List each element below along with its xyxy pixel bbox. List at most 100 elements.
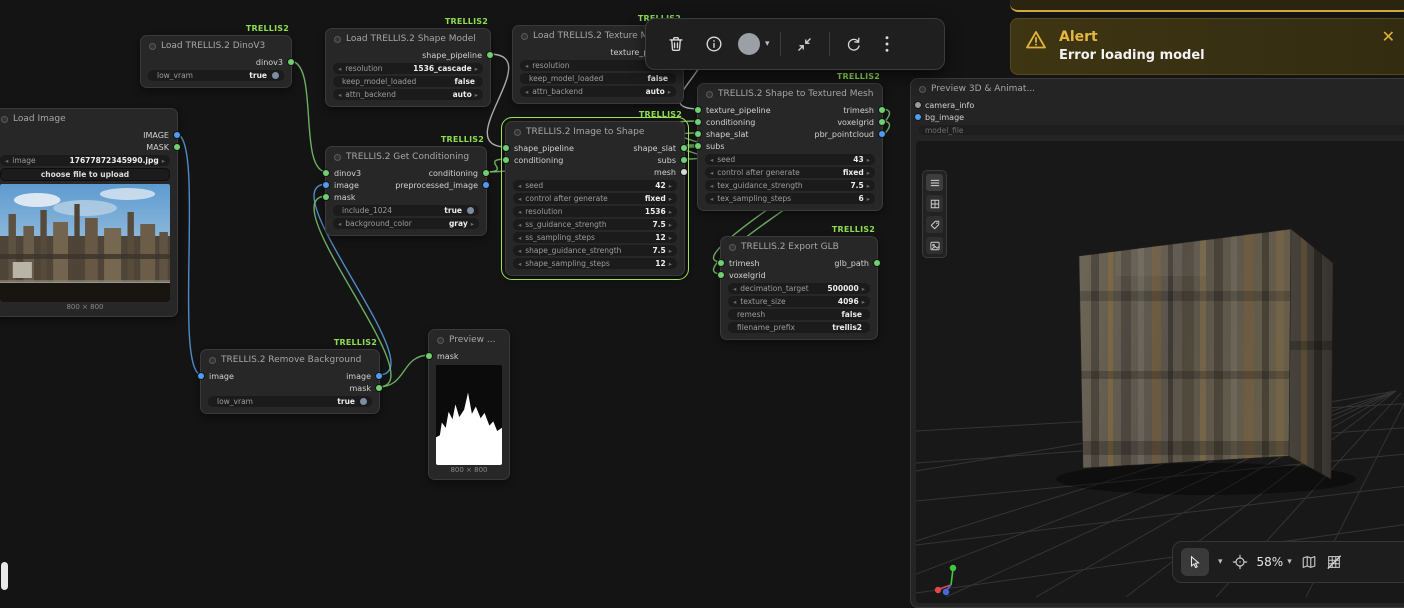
widget-filename_prefix[interactable]: filename_prefix trellis2 <box>728 322 870 333</box>
select-tool-button[interactable] <box>1181 548 1209 576</box>
upload-button[interactable]: choose file to upload <box>0 168 170 181</box>
preview-3d-panel[interactable]: Preview 3D & Animat... camera_info bg_im… <box>910 78 1404 608</box>
widget-tex_sampling_steps[interactable]: ◂ tex_sampling_steps 6 ▸ <box>705 193 875 204</box>
increment-arrow-icon[interactable]: ▸ <box>867 169 870 177</box>
decrement-arrow-icon[interactable]: ◂ <box>710 169 713 177</box>
widget-ss_guidance_strength[interactable]: ◂ ss_guidance_strength 7.5 ▸ <box>513 219 677 230</box>
toggle-knob[interactable] <box>467 207 474 214</box>
output-port-shape_pipeline[interactable] <box>487 52 493 58</box>
output-port-glb_path[interactable] <box>874 260 880 266</box>
widget-control after generate[interactable]: ◂ control after generate fixed ▸ <box>513 193 677 204</box>
grid-view-button[interactable] <box>926 195 943 212</box>
focus-object-button[interactable] <box>1232 554 1248 570</box>
input-port-bg_image[interactable] <box>915 114 921 120</box>
fit-view-button[interactable] <box>791 30 819 58</box>
increment-arrow-icon[interactable]: ▸ <box>162 157 165 165</box>
decrement-arrow-icon[interactable]: ◂ <box>525 62 528 70</box>
widget-ss_sampling_steps[interactable]: ◂ ss_sampling_steps 12 ▸ <box>513 232 677 243</box>
chevron-down-icon[interactable]: ▾ <box>1218 558 1223 567</box>
input-port-texture_pipeline[interactable] <box>695 107 701 113</box>
input-port-shape_slat[interactable] <box>695 131 701 137</box>
input-port-subs[interactable] <box>695 143 701 149</box>
input-port-image[interactable] <box>198 373 204 379</box>
node-header[interactable]: Load Image <box>0 109 177 129</box>
increment-arrow-icon[interactable]: ▸ <box>669 234 672 242</box>
output-port-IMAGE[interactable] <box>174 132 180 138</box>
node-load_image[interactable]: Load ImageIMAGEMASK ◂ image 176778723459… <box>0 108 178 317</box>
3d-viewport[interactable] <box>916 141 1404 603</box>
decrement-arrow-icon[interactable]: ◂ <box>710 182 713 190</box>
node-header[interactable]: TRELLIS.2 Get Conditioning <box>326 147 486 167</box>
increment-arrow-icon[interactable]: ▸ <box>669 260 672 268</box>
decrement-arrow-icon[interactable]: ◂ <box>710 195 713 203</box>
input-port-shape_pipeline[interactable] <box>503 145 509 151</box>
tag-button[interactable] <box>926 216 943 233</box>
node-header[interactable]: TRELLIS.2 Shape to Textured Mesh <box>698 84 882 104</box>
node-img2shape[interactable]: TRELLIS2 TRELLIS.2 Image to Shapeshape_p… <box>505 121 685 276</box>
increment-arrow-icon[interactable]: ▸ <box>862 285 865 293</box>
info-button[interactable] <box>700 30 728 58</box>
increment-arrow-icon[interactable]: ▸ <box>475 65 478 73</box>
output-port-voxelgrid[interactable] <box>879 119 885 125</box>
node-header[interactable]: Load TRELLIS.2 DinoV3 <box>141 36 291 56</box>
widget-low_vram[interactable]: low_vram true <box>208 396 372 407</box>
collapse-dot[interactable] <box>521 33 528 40</box>
account-menu-button[interactable]: ▾ <box>738 30 770 58</box>
widget-decimation_target[interactable]: ◂ decimation_target 500000 ▸ <box>728 283 870 294</box>
increment-arrow-icon[interactable]: ▸ <box>471 220 474 228</box>
node-dinov3[interactable]: TRELLIS2 Load TRELLIS.2 DinoV3dinov3 low… <box>140 35 292 88</box>
output-port-subs[interactable] <box>681 157 687 163</box>
increment-arrow-icon[interactable]: ▸ <box>669 221 672 229</box>
node-header[interactable]: TRELLIS.2 Image to Shape <box>506 122 684 142</box>
widget-resolution[interactable]: ◂ resolution 1536_cascade ▸ <box>333 63 483 74</box>
decrement-arrow-icon[interactable]: ◂ <box>733 285 736 293</box>
collapse-dot[interactable] <box>514 129 521 136</box>
collapse-dot[interactable] <box>149 43 156 50</box>
decrement-arrow-icon[interactable]: ◂ <box>525 88 528 96</box>
input-port-image[interactable] <box>323 182 329 188</box>
widget-background_color[interactable]: ◂ background_color gray ▸ <box>333 218 479 229</box>
output-port-pbr_pointcloud[interactable] <box>879 131 885 137</box>
widget-model_file[interactable]: model_file <box>919 125 1404 135</box>
output-port-conditioning[interactable] <box>483 170 489 176</box>
collapse-dot[interactable] <box>437 337 444 344</box>
toggle-knob[interactable] <box>272 72 279 79</box>
widget-tex_guidance_strength[interactable]: ◂ tex_guidance_strength 7.5 ▸ <box>705 180 875 191</box>
widget-include_1024[interactable]: include_1024 true <box>333 205 479 216</box>
widget-control after generate[interactable]: ◂ control after generate fixed ▸ <box>705 167 875 178</box>
node-export_glb[interactable]: TRELLIS2 TRELLIS.2 Export GLBtrimeshglb_… <box>720 236 878 340</box>
input-port-conditioning[interactable] <box>503 157 509 163</box>
widget-texture_size[interactable]: ◂ texture_size 4096 ▸ <box>728 296 870 307</box>
increment-arrow-icon[interactable]: ▸ <box>475 91 478 99</box>
widget-seed[interactable]: ◂ seed 42 ▸ <box>513 180 677 191</box>
input-port-voxelgrid[interactable] <box>718 272 724 278</box>
scrollbar-thumb[interactable] <box>1 562 8 590</box>
node-header[interactable]: Preview ... <box>429 330 509 350</box>
decrement-arrow-icon[interactable]: ◂ <box>518 234 521 242</box>
widget-shape_guidance_strength[interactable]: ◂ shape_guidance_strength 7.5 ▸ <box>513 245 677 256</box>
node-shape_model[interactable]: TRELLIS2 Load TRELLIS.2 Shape Modelshape… <box>325 28 491 107</box>
input-port-camera_info[interactable] <box>915 102 921 108</box>
widget-keep_model_loaded[interactable]: keep_model_loaded false <box>333 76 483 87</box>
node-preview[interactable]: Preview ...mask 800 × 800 <box>428 329 510 480</box>
decrement-arrow-icon[interactable]: ◂ <box>338 91 341 99</box>
increment-arrow-icon[interactable]: ▸ <box>867 156 870 164</box>
input-port-trimesh[interactable] <box>718 260 724 266</box>
output-port-shape_slat[interactable] <box>681 145 687 151</box>
node-header[interactable]: TRELLIS.2 Export GLB <box>721 237 877 257</box>
input-port-mask[interactable] <box>426 353 432 359</box>
decrement-arrow-icon[interactable]: ◂ <box>518 182 521 190</box>
increment-arrow-icon[interactable]: ▸ <box>669 195 672 203</box>
decrement-arrow-icon[interactable]: ◂ <box>518 247 521 255</box>
output-port-mesh[interactable] <box>681 169 687 175</box>
widget-resolution[interactable]: ◂ resolution 1536 ▸ <box>513 206 677 217</box>
collapse-dot[interactable] <box>729 244 736 251</box>
input-port-mask[interactable] <box>323 194 329 200</box>
widget-shape_sampling_steps[interactable]: ◂ shape_sampling_steps 12 ▸ <box>513 258 677 269</box>
increment-arrow-icon[interactable]: ▸ <box>669 208 672 216</box>
collapse-dot[interactable] <box>209 357 216 364</box>
collapse-dot[interactable] <box>334 154 341 161</box>
node-graph-canvas[interactable]: Load ImageIMAGEMASK ◂ image 176778723459… <box>0 0 1404 596</box>
increment-arrow-icon[interactable]: ▸ <box>867 182 870 190</box>
output-port-trimesh[interactable] <box>879 107 885 113</box>
